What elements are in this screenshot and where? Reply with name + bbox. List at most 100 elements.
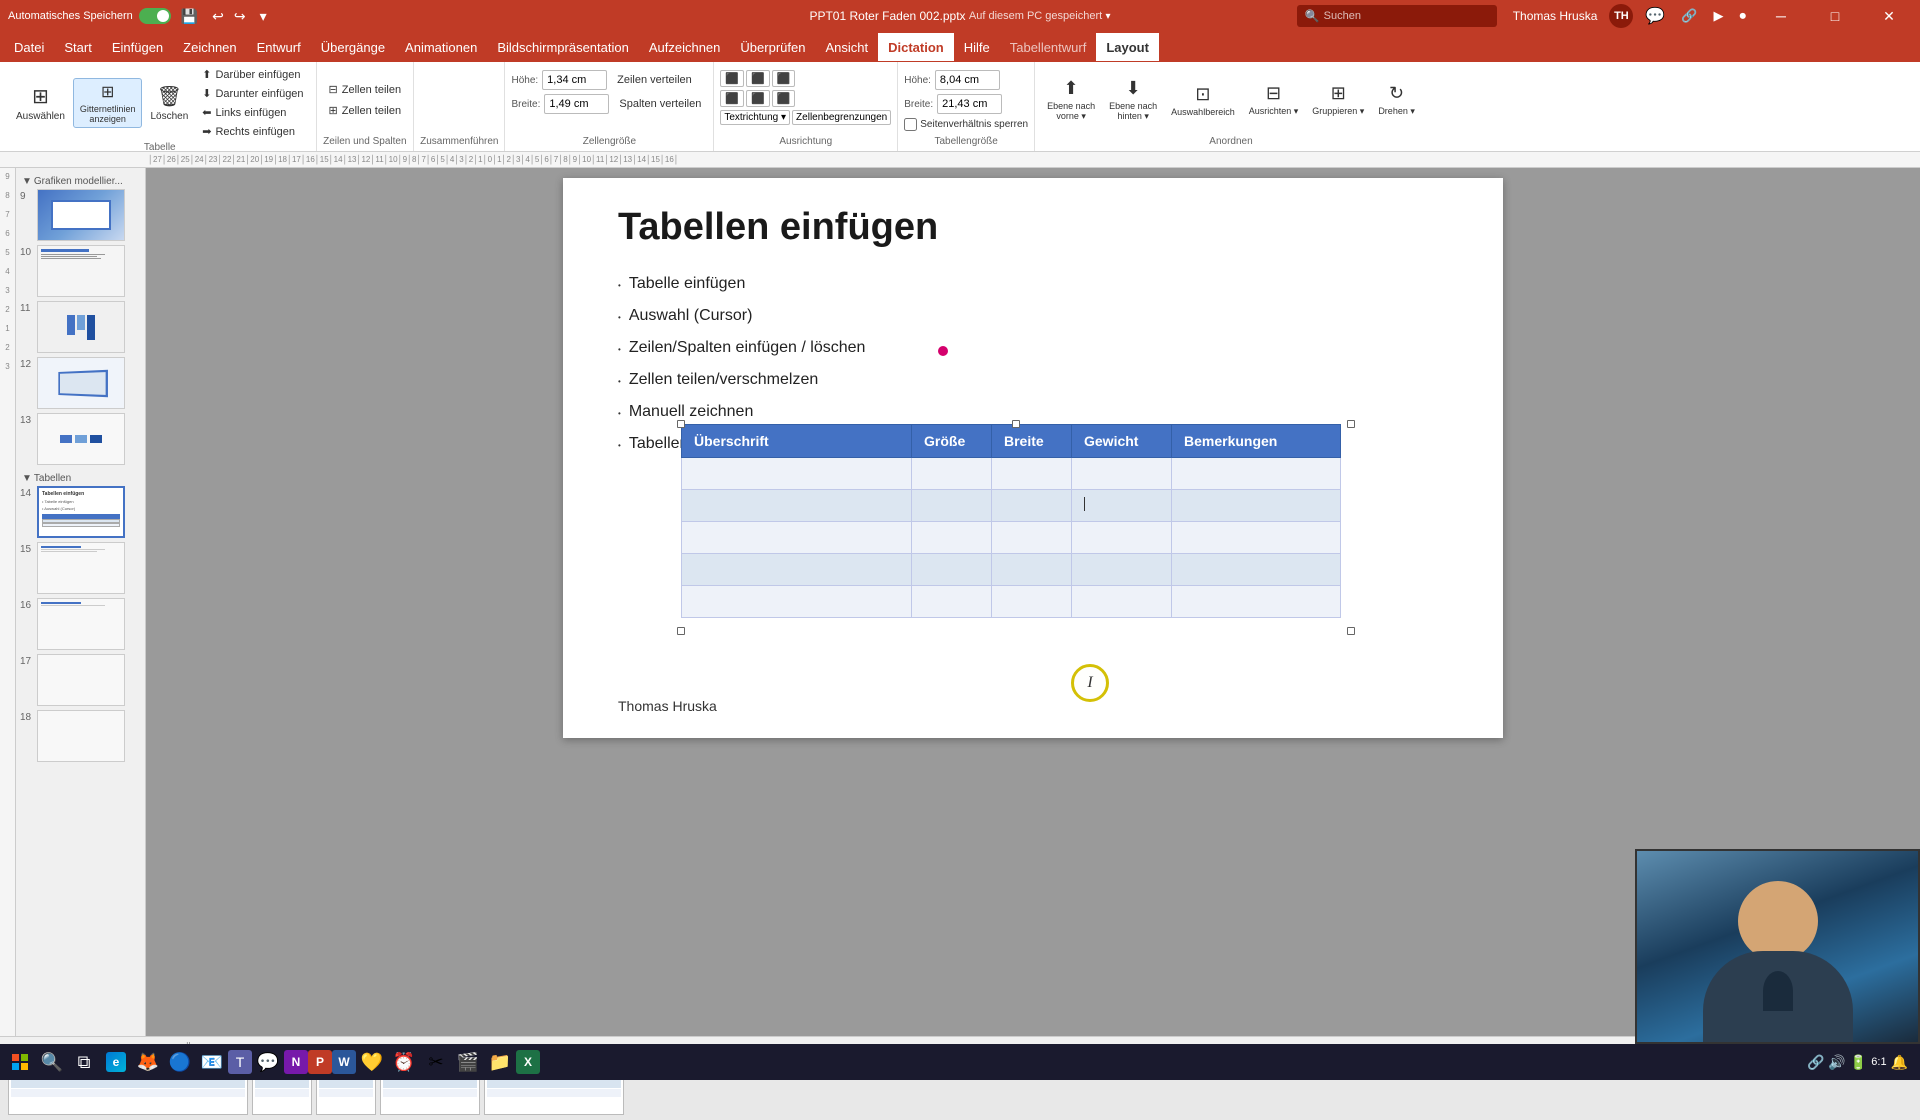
links-button[interactable]: ⬅ Links einfügen [196,104,309,121]
textrichtung-btn[interactable]: Textrichtung ▾ [720,110,790,125]
handle-mid-right[interactable] [1347,627,1355,635]
zellen-teilen2-button[interactable]: ⊞ Zellen teilen [323,102,408,119]
menu-aufzeichnen[interactable]: Aufzeichnen [639,33,731,61]
thumb-16[interactable]: 16 [20,598,141,650]
thumb-12[interactable]: 12 [20,357,141,409]
menu-ansicht[interactable]: Ansicht [815,33,878,61]
menu-uebergaenge[interactable]: Übergänge [311,33,395,61]
menu-einfuegen[interactable]: Einfügen [102,33,173,61]
thumb-17-img[interactable] [37,654,125,706]
section-tabellen-chevron[interactable]: ▼ [22,473,32,484]
autosave-toggle[interactable] [139,8,171,24]
chrome-icon[interactable]: 🔵 [164,1046,196,1078]
volume-icon[interactable]: 🔊 [1828,1054,1845,1071]
outlook-icon[interactable]: 📧 [196,1046,228,1078]
menu-hilfe[interactable]: Hilfe [954,33,1000,61]
menu-tabellentwurf[interactable]: Tabellentwurf [1000,33,1097,61]
handle-top-left[interactable] [677,420,685,428]
align-center-top[interactable]: ⬛ [746,70,770,87]
save-icon[interactable]: 💾 [177,6,202,27]
thumb-15-img[interactable] [37,542,125,594]
thumb-14[interactable]: 14 Tabellen einfügen • Tabelle einfügen … [20,486,141,538]
cell-r5c4[interactable] [1072,586,1172,618]
thumb-18[interactable]: 18 [20,710,141,762]
cell-r5c5[interactable] [1172,586,1341,618]
handle-top-right[interactable] [1347,420,1355,428]
handle-top-mid[interactable] [1012,420,1020,428]
network-icon[interactable]: 🔗 [1807,1054,1824,1071]
ebene-vorne-button[interactable]: ⬆ Ebene nachvorne ▾ [1041,75,1101,125]
skype-icon[interactable]: 💬 [252,1046,284,1078]
cell-r2c2[interactable] [912,490,992,522]
thumb-11[interactable]: 11 [20,301,141,353]
drehen-button[interactable]: ↻ Drehen ▾ [1372,80,1421,120]
cell-r4c4[interactable] [1072,554,1172,586]
menu-entwurf[interactable]: Entwurf [247,33,311,61]
breite-input[interactable] [544,94,609,114]
record-icon[interactable]: ⏺ [1736,6,1751,26]
cell-r3c2[interactable] [912,522,992,554]
cell-r4c1[interactable] [682,554,912,586]
menu-zeichnen[interactable]: Zeichnen [173,33,246,61]
gitternetlinien-button[interactable]: ⊞ Gitternetlinienanzeigen [73,78,143,128]
close-button[interactable]: ✕ [1866,0,1912,32]
redo-icon[interactable]: ↪ [230,6,250,27]
darunter-button[interactable]: ⬇ Darunter einfügen [196,85,309,102]
table-row[interactable] [682,458,1341,490]
menu-start[interactable]: Start [54,33,101,61]
table-row[interactable] [682,586,1341,618]
cell-r2c5[interactable] [1172,490,1341,522]
powerpoint-taskbar-icon[interactable]: P [308,1050,332,1074]
col-groesse[interactable]: Größe [912,425,992,458]
thumb-13[interactable]: 13 [20,413,141,465]
zeilen-verteilen-button[interactable]: Zeilen verteilen [611,72,698,88]
rechts-button[interactable]: ➡ Rechts einfügen [196,123,309,140]
cell-r3c5[interactable] [1172,522,1341,554]
edge-icon[interactable]: e [100,1046,132,1078]
table-row[interactable] [682,554,1341,586]
cell-r2c1[interactable] [682,490,912,522]
seitenverhaeltnis-check[interactable] [904,118,917,131]
section-chevron[interactable]: ▼ [22,176,32,187]
menu-dictation[interactable]: Dictation [878,33,954,61]
col-bemerkungen[interactable]: Bemerkungen [1172,425,1341,458]
thumb-10-img[interactable] [37,245,125,297]
cell-r4c3[interactable] [992,554,1072,586]
ebene-hinten-button[interactable]: ⬇ Ebene nachhinten ▾ [1103,75,1163,125]
slide-table[interactable]: Überschrift Größe Breite Gewicht Bemerku… [681,424,1341,618]
table-selection-wrapper[interactable]: Überschrift Größe Breite Gewicht Bemerku… [681,424,1351,738]
menu-ueberpruefen[interactable]: Überprüfen [730,33,815,61]
cell-r5c1[interactable] [682,586,912,618]
cell-r4c2[interactable] [912,554,992,586]
zellenbegrenzung-btn[interactable]: Zellenbegrenzungen [792,110,891,125]
menu-datei[interactable]: Datei [4,33,54,61]
cell-r2c4[interactable] [1072,490,1172,522]
thumb-16-img[interactable] [37,598,125,650]
customize-icon[interactable]: ▾ [256,6,271,27]
ausrichten-button[interactable]: ⊟ Ausrichten ▾ [1243,80,1305,120]
seitenverhaeltnis-checkbox[interactable]: Seitenverhältnis sperren [904,118,1028,131]
yammer-icon[interactable]: 💛 [356,1046,388,1078]
saved-chevron[interactable]: ▾ [1106,11,1111,22]
cell-r1c3[interactable] [992,458,1072,490]
thumb-15[interactable]: 15 [20,542,141,594]
cell-r3c3[interactable] [992,522,1072,554]
cell-r4c5[interactable] [1172,554,1341,586]
menu-animationen[interactable]: Animationen [395,33,487,61]
align-left-mid[interactable]: ⬛ [720,90,744,107]
user-avatar[interactable]: TH [1609,4,1633,28]
present-icon[interactable]: ▶ [1710,6,1728,26]
t-hoehe-input[interactable] [935,70,1000,90]
align-left-top[interactable]: ⬛ [720,70,744,87]
auswahlbereich-button[interactable]: ⊡ Auswahlbereich [1165,81,1241,120]
battery-icon[interactable]: 🔋 [1850,1054,1867,1071]
undo-icon[interactable]: ↩ [208,6,228,27]
search-box[interactable]: 🔍 Suchen [1297,5,1497,27]
col-gewicht[interactable]: Gewicht [1072,425,1172,458]
zellen-teilen-button[interactable]: ⊟ Zellen teilen [323,81,408,98]
cell-r3c1[interactable] [682,522,912,554]
share-icon[interactable]: 🔗 [1677,6,1701,26]
taskview-icon[interactable]: ⧉ [68,1046,100,1078]
align-center-mid[interactable]: ⬛ [746,90,770,107]
table-row[interactable] [682,522,1341,554]
